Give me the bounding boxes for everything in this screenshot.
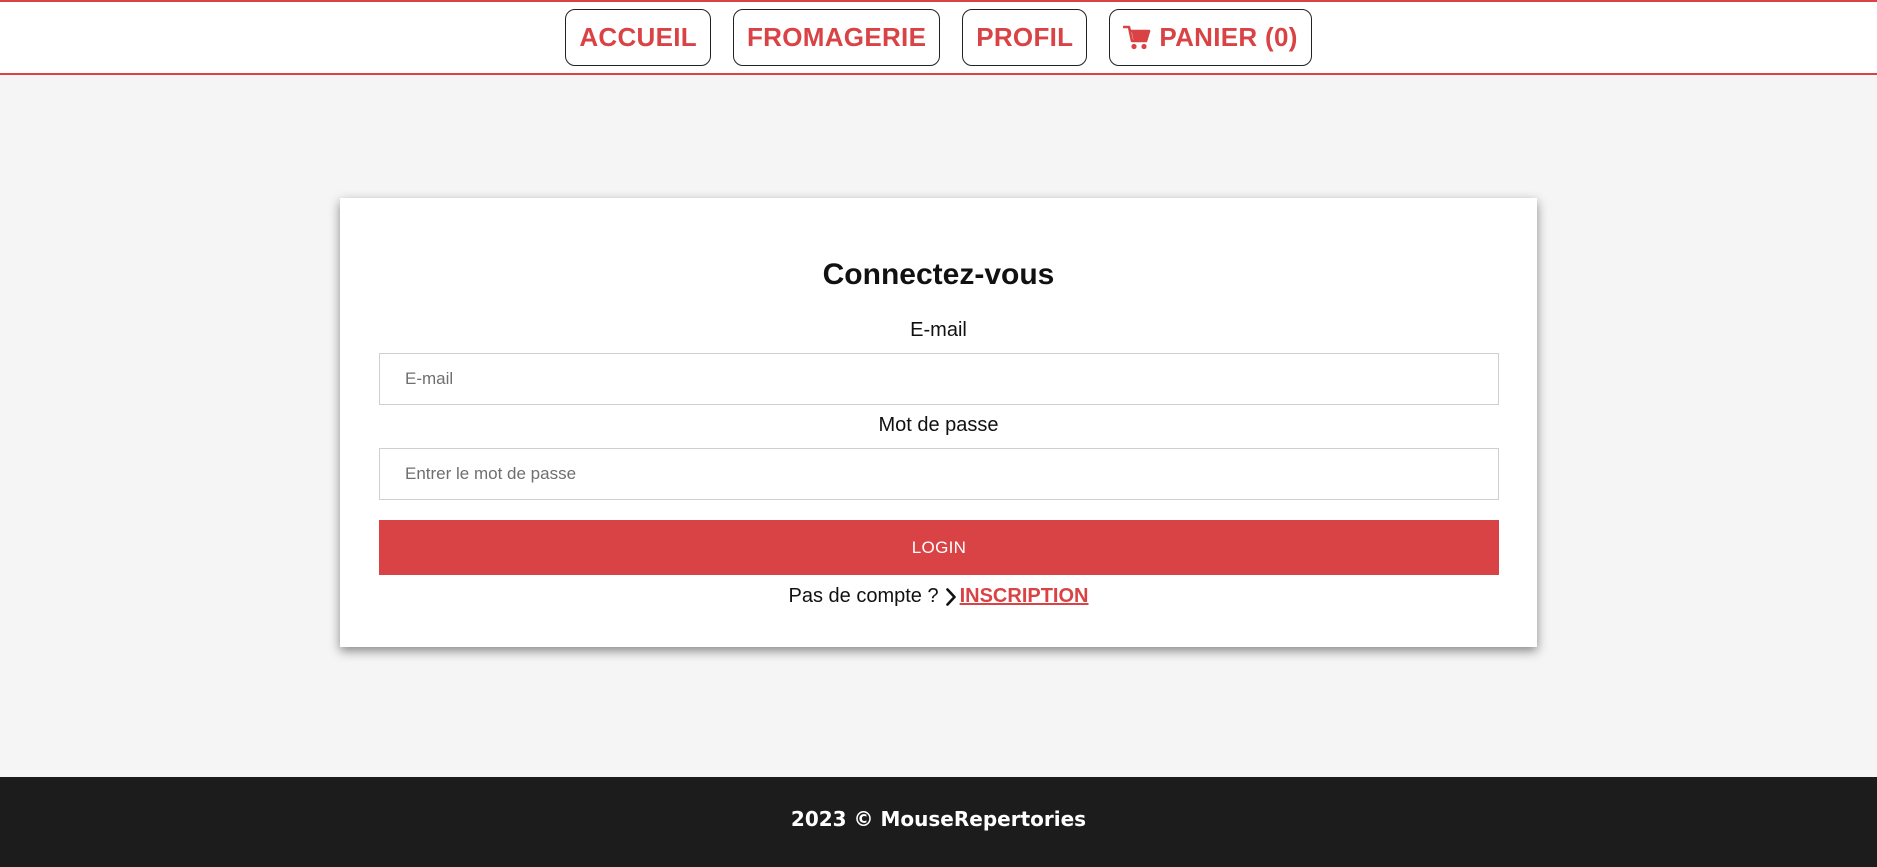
main-nav: ACCUEIL FROMAGERIE PROFIL PANIER (0) — [0, 9, 1877, 66]
email-field[interactable] — [379, 353, 1499, 405]
login-card: Connectez-vous E-mail Mot de passe LOGIN… — [340, 198, 1537, 647]
no-account-text: Pas de compte ? — [788, 585, 939, 607]
nav-profil-button[interactable]: PROFIL — [962, 9, 1088, 66]
nav-accueil-label: ACCUEIL — [579, 22, 697, 52]
nav-panier-button[interactable]: PANIER (0) — [1109, 9, 1312, 66]
signup-link[interactable]: INSCRIPTION — [960, 585, 1089, 608]
email-label: E-mail — [910, 319, 967, 341]
top-navbar: ACCUEIL FROMAGERIE PROFIL PANIER (0) — [0, 0, 1877, 75]
signup-row: Pas de compte ? INSCRIPTION — [340, 585, 1537, 608]
footer: 2023 © MouseRepertories — [0, 777, 1877, 867]
nav-accueil-button[interactable]: ACCUEIL — [565, 9, 711, 66]
cart-icon — [1123, 25, 1151, 51]
nav-profil-label: PROFIL — [976, 22, 1074, 52]
chevron-right-icon — [945, 587, 957, 606]
login-title: Connectez-vous — [822, 258, 1055, 291]
nav-panier-label: PANIER (0) — [1159, 22, 1298, 52]
password-field[interactable] — [379, 448, 1499, 500]
login-button[interactable]: LOGIN — [379, 520, 1499, 575]
nav-fromagerie-button[interactable]: FROMAGERIE — [732, 9, 941, 66]
password-label: Mot de passe — [878, 414, 999, 436]
footer-copyright: 2023 © MouseRepertories — [790, 806, 1087, 831]
nav-fromagerie-label: FROMAGERIE — [746, 22, 927, 52]
